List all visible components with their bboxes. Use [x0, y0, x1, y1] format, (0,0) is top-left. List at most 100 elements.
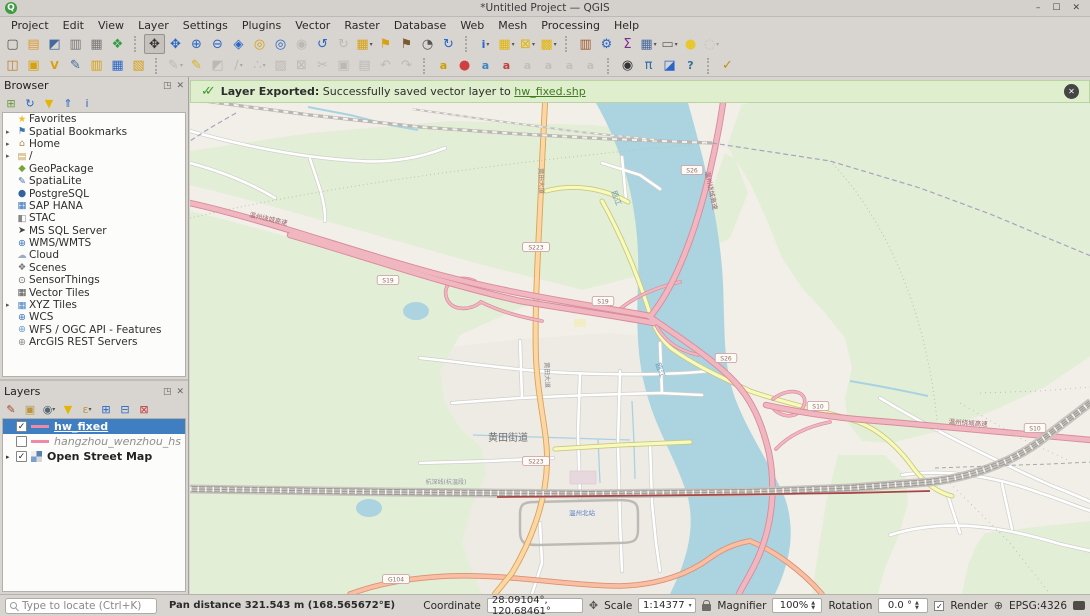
crs-globe-icon[interactable]: ⊕	[994, 599, 1003, 612]
layers-float-icon[interactable]: ◳	[163, 387, 172, 397]
exported-file-link[interactable]: hw_fixed.shp	[514, 85, 586, 98]
help-contents-icon[interactable]: ?	[680, 56, 701, 76]
select-features-icon[interactable]: ▦▾	[496, 34, 517, 54]
messages-icon[interactable]	[1073, 601, 1085, 610]
menu-vector[interactable]: Vector	[288, 18, 337, 33]
select-by-value-icon[interactable]: ▩▾	[538, 34, 559, 54]
highlight-pinned-labels-icon[interactable]: a	[475, 56, 496, 76]
close-button[interactable]: ✕	[1072, 1, 1080, 16]
browser-item-stac[interactable]: ◧STAC	[3, 212, 185, 224]
magnifier-spinner[interactable]: 100% ▲▼	[772, 598, 822, 613]
browser-item-wcs[interactable]: ⊕WCS	[3, 311, 185, 323]
open-layer-styling-icon[interactable]: ✎	[3, 401, 19, 417]
scale-combo[interactable]: 1:14377▾	[638, 598, 696, 613]
layer-visibility-checkbox[interactable]	[16, 436, 27, 447]
new-project-icon[interactable]: ▢	[2, 34, 23, 54]
menu-processing[interactable]: Processing	[534, 18, 607, 33]
metasearch-icon[interactable]: ◉	[617, 56, 638, 76]
browser-item-postgresql[interactable]: ●PostgreSQL	[3, 187, 185, 199]
message-close-icon[interactable]: ✕	[1064, 84, 1079, 99]
filter-by-expression-icon[interactable]: ε▾	[79, 401, 95, 417]
data-source-manager-icon[interactable]: ◫	[2, 56, 23, 76]
expander-icon[interactable]: ▸	[6, 453, 16, 461]
attribute-table-icon[interactable]: ▦▾	[638, 34, 659, 54]
add-postgis-layer-icon[interactable]: ▥	[86, 56, 107, 76]
lock-scale-icon[interactable]	[702, 604, 711, 611]
refresh-browser-icon[interactable]: ↻	[22, 95, 38, 111]
menu-help[interactable]: Help	[607, 18, 646, 33]
new-print-layout-icon[interactable]: ▥	[65, 34, 86, 54]
collapse-all-layers-icon[interactable]: ⊟	[117, 401, 133, 417]
menu-raster[interactable]: Raster	[337, 18, 386, 33]
layer-labeling-icon[interactable]: a	[433, 56, 454, 76]
expander-icon[interactable]: ▸	[6, 128, 15, 136]
add-vector-layer-icon[interactable]: V	[44, 56, 65, 76]
style-manager-icon[interactable]: ❖	[107, 34, 128, 54]
layer-visibility-checkbox[interactable]: ✓	[16, 451, 27, 462]
filter-legend-icon[interactable]: ▼	[60, 401, 76, 417]
bookmark-manager-icon[interactable]: ⚑	[396, 34, 417, 54]
collapse-all-icon[interactable]: ⇑	[60, 95, 76, 111]
menu-plugins[interactable]: Plugins	[235, 18, 288, 33]
add-group-icon[interactable]: ▣	[22, 401, 38, 417]
identify-features-icon[interactable]: i▾	[475, 34, 496, 54]
measure-icon[interactable]: ▭▾	[659, 34, 680, 54]
rotation-spinner[interactable]: 0.0 ° ▲▼	[878, 598, 928, 613]
browser-item--[interactable]: ▸▤/	[3, 150, 185, 162]
menu-settings[interactable]: Settings	[176, 18, 235, 33]
browser-item-spatialite[interactable]: ✎SpatiaLite	[3, 175, 185, 187]
menu-edit[interactable]: Edit	[56, 18, 91, 33]
zoom-to-selection-icon[interactable]: ◎	[249, 34, 270, 54]
add-spatialite-layer-icon[interactable]: ✎	[65, 56, 86, 76]
layer-row-open-street-map[interactable]: ▸✓Open Street Map	[3, 449, 185, 464]
show-spatial-bookmarks-icon[interactable]: ⚑	[375, 34, 396, 54]
browser-item-wfs-ogc-api-features[interactable]: ⊕WFS / OGC API - Features	[3, 324, 185, 336]
menu-web[interactable]: Web	[453, 18, 491, 33]
browser-item-wms-wmts[interactable]: ⊕WMS/WMTS	[3, 237, 185, 249]
layer-diagram-icon[interactable]: ●	[454, 56, 475, 76]
save-project-icon[interactable]: ◩	[44, 34, 65, 54]
statistical-summary-icon[interactable]: ▥	[575, 34, 596, 54]
extents-toggle-icon[interactable]: ✥	[589, 599, 598, 612]
browser-item-xyz-tiles[interactable]: ▸▦XYZ Tiles	[3, 299, 185, 311]
crs-status[interactable]: EPSG:4326	[1009, 600, 1067, 612]
menu-layer[interactable]: Layer	[131, 18, 176, 33]
map-tips-icon[interactable]: ●	[680, 34, 701, 54]
browser-item-sensorthings[interactable]: ⊙SensorThings	[3, 274, 185, 286]
menu-database[interactable]: Database	[387, 18, 454, 33]
menu-mesh[interactable]: Mesh	[491, 18, 534, 33]
show-statistics-icon[interactable]: Σ	[617, 34, 638, 54]
menu-project[interactable]: Project	[4, 18, 56, 33]
maximize-button[interactable]: ☐	[1052, 1, 1060, 16]
add-selected-layers-icon[interactable]: ⊞	[3, 95, 19, 111]
expander-icon[interactable]: ▸	[6, 152, 15, 160]
toggle-editing-icon[interactable]: ✎	[186, 56, 207, 76]
locator-input[interactable]: Type to locate (Ctrl+K)	[5, 598, 157, 614]
pan-map-icon[interactable]: ✥	[144, 34, 165, 54]
browser-float-icon[interactable]: ◳	[163, 81, 172, 91]
map-canvas[interactable]: 黄田街道温州绕城高速温州绕城高速温州绕城高速黄田大道黄田大道瓯江瓯江杭深线(杭温…	[190, 103, 1090, 594]
pan-to-selection-icon[interactable]: ✥	[165, 34, 186, 54]
add-geopackage-layer-icon[interactable]: ▣	[23, 56, 44, 76]
show-layout-manager-icon[interactable]: ▦	[86, 34, 107, 54]
add-mesh-layer-icon[interactable]: ▧	[128, 56, 149, 76]
browser-item-favorites[interactable]: ★Favorites	[3, 113, 185, 125]
zoom-full-icon[interactable]: ◈	[228, 34, 249, 54]
expand-all-icon[interactable]: ⊞	[98, 401, 114, 417]
browser-item-sap-hana[interactable]: ▦SAP HANA	[3, 200, 185, 212]
remove-layer-icon[interactable]: ⊠	[136, 401, 152, 417]
check-geometries-icon[interactable]: ✓	[717, 56, 738, 76]
zoom-in-icon[interactable]: ⊕	[186, 34, 207, 54]
layers-close-icon[interactable]: ✕	[176, 387, 184, 397]
layer-row-hw_fixed[interactable]: ✓hw_fixed	[3, 419, 185, 434]
browser-item-ms-sql-server[interactable]: ➤MS SQL Server	[3, 225, 185, 237]
toggle-unplaced-labels-icon[interactable]: a	[496, 56, 517, 76]
temporal-controller-icon[interactable]: ◔	[417, 34, 438, 54]
plugin-manager-icon[interactable]: ◪	[659, 56, 680, 76]
zoom-to-layer-icon[interactable]: ◎	[270, 34, 291, 54]
minimize-button[interactable]: –	[1036, 1, 1041, 16]
browser-item-spatial-bookmarks[interactable]: ▸⚑Spatial Bookmarks	[3, 125, 185, 137]
browser-item-home[interactable]: ▸⌂Home	[3, 138, 185, 150]
open-project-icon[interactable]: ▤	[23, 34, 44, 54]
add-raster-layer-icon[interactable]: ▦	[107, 56, 128, 76]
